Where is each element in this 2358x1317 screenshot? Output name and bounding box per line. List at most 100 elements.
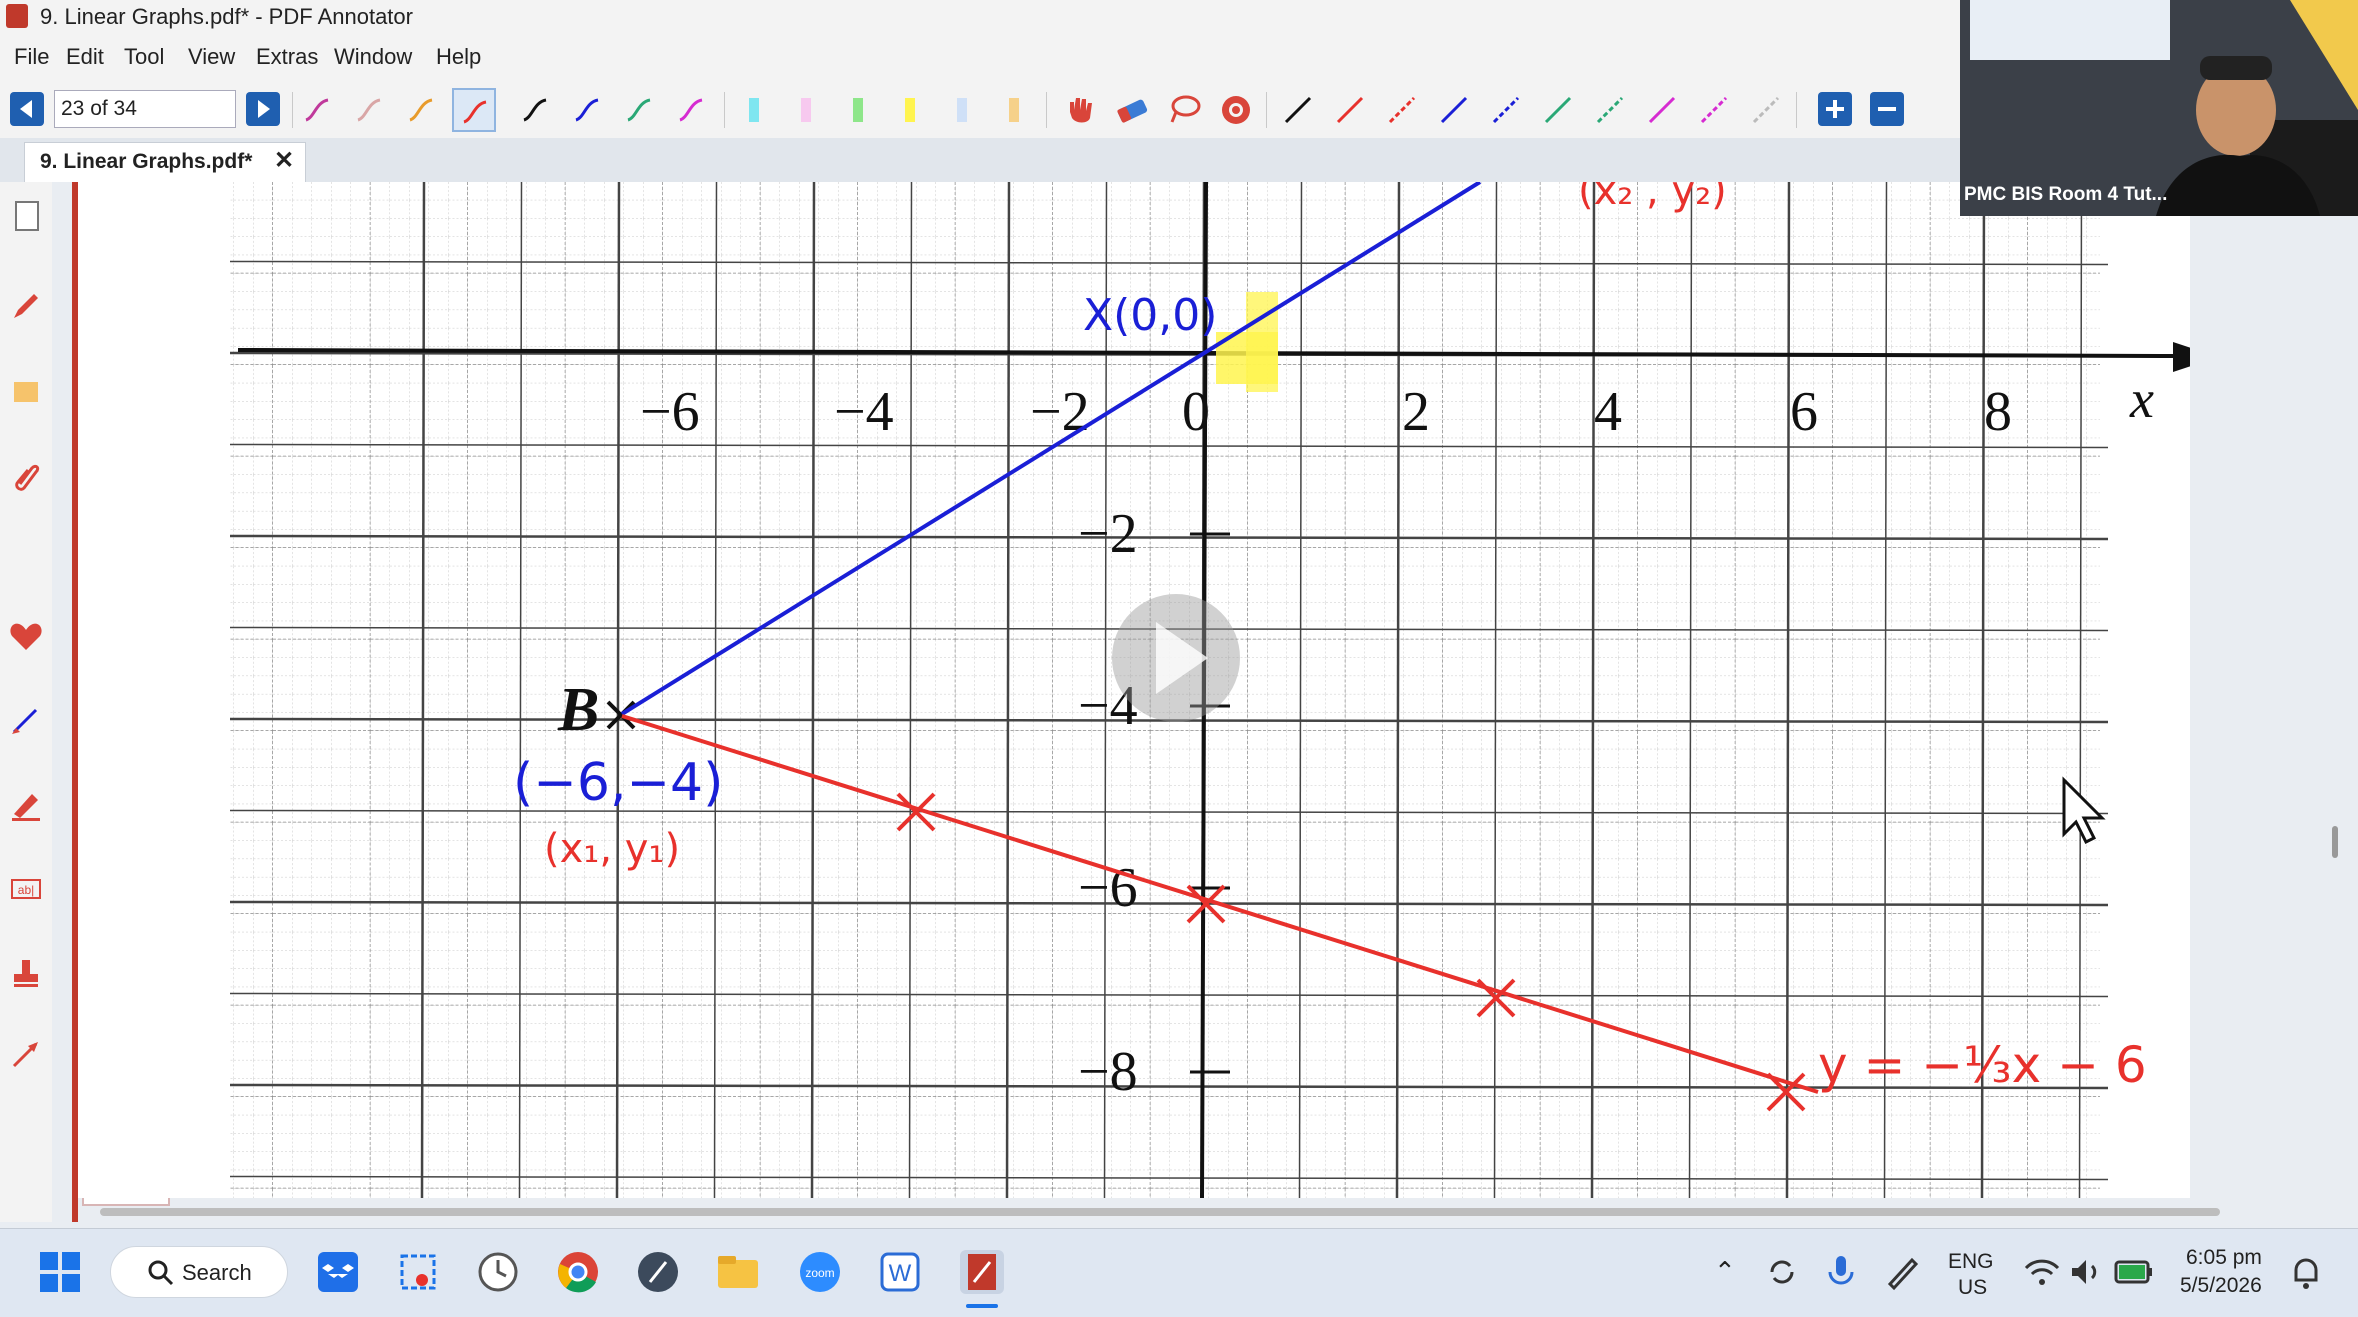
menu-help[interactable]: Help: [436, 44, 481, 70]
dropbox-icon[interactable]: [312, 1246, 364, 1298]
hand-icon[interactable]: [1058, 88, 1102, 132]
highlighter-yellow-tool[interactable]: [888, 88, 932, 132]
svg-text:zoom: zoom: [805, 1266, 834, 1280]
pdf-page[interactable]: −6 −4 −2 0 2 4 6 8 −2 −4 −6 −8 x B X(0,0) (−6,−4) …: [78, 182, 2190, 1198]
sync-icon[interactable]: [1756, 1246, 1808, 1298]
dashed-line-green-tool[interactable]: [1588, 88, 1632, 132]
arrow-icon[interactable]: [6, 1034, 46, 1074]
x-tick-label: −4: [834, 381, 894, 443]
highlighter-green-tool[interactable]: [836, 88, 880, 132]
vertical-scrollbar[interactable]: [2332, 826, 2338, 858]
clock-date[interactable]: 5/5/2026: [2180, 1274, 2262, 1298]
dashed-line-blue-tool[interactable]: [1484, 88, 1528, 132]
search-icon: [146, 1258, 176, 1288]
y-tick-label: −2: [1078, 503, 1138, 565]
x-tick-label: −6: [640, 381, 700, 443]
menu-extras[interactable]: Extras: [256, 44, 318, 70]
heart-icon[interactable]: [6, 616, 46, 656]
highlighter-cyan-tool[interactable]: [732, 88, 776, 132]
previous-page-button[interactable]: [10, 92, 44, 126]
pen-blue-tool[interactable]: [566, 88, 610, 132]
x-tick-label: 0: [1182, 381, 1210, 443]
close-tab-icon[interactable]: ✕: [274, 146, 294, 175]
horizontal-scrollbar[interactable]: [100, 1208, 2220, 1216]
b-coordinates-annotation: (−6,−4): [513, 753, 723, 813]
highlighter-pink-tool[interactable]: [784, 88, 828, 132]
pen-icon[interactable]: [6, 286, 46, 326]
file-explorer-icon[interactable]: [712, 1246, 764, 1298]
origin-annotation: X(0,0): [1083, 290, 1217, 341]
battery-icon[interactable]: [2108, 1246, 2160, 1298]
microphone-icon[interactable]: [1816, 1246, 1868, 1298]
highlighter-orange-tool[interactable]: [992, 88, 1036, 132]
line-black-tool[interactable]: [1276, 88, 1320, 132]
dashed-line-red-tool[interactable]: [1380, 88, 1424, 132]
pen-purple-tool[interactable]: [296, 88, 340, 132]
next-page-button[interactable]: [246, 92, 280, 126]
freehand-pen-icon[interactable]: [6, 700, 46, 740]
volume-icon[interactable]: [2060, 1246, 2112, 1298]
x-tick-label: 6: [1790, 381, 1818, 443]
window-title: 9. Linear Graphs.pdf* - PDF Annotator: [40, 4, 413, 29]
stamp-icon[interactable]: [6, 952, 46, 992]
eraser-icon[interactable]: [1110, 88, 1154, 132]
windows-start-icon[interactable]: [34, 1246, 86, 1298]
equation-annotation: y = −⅓x − 6: [1818, 1036, 2147, 1094]
menu-tool[interactable]: Tool: [124, 44, 164, 70]
word-app-icon[interactable]: W: [874, 1246, 926, 1298]
play-button[interactable]: [1112, 594, 1240, 722]
marker-icon[interactable]: [6, 784, 46, 824]
menu-file[interactable]: File: [14, 44, 49, 70]
feather-app-icon[interactable]: [632, 1246, 684, 1298]
line-red-tool[interactable]: [1328, 88, 1372, 132]
point-b-label: B: [557, 676, 599, 744]
x-tick-label: 8: [1984, 381, 2012, 443]
chrome-icon[interactable]: [552, 1246, 604, 1298]
region-indicator[interactable]: US: [1958, 1276, 1987, 1300]
clock-icon[interactable]: [472, 1246, 524, 1298]
pen-green-tool[interactable]: [618, 88, 662, 132]
active-app-indicator: [966, 1304, 998, 1308]
clock-time[interactable]: 6:05 pm: [2186, 1246, 2262, 1270]
pen-light-tool[interactable]: [348, 88, 392, 132]
paperclip-icon[interactable]: [6, 456, 46, 496]
pen-tray-icon[interactable]: [1876, 1246, 1928, 1298]
toolbar-separator: [1796, 92, 1797, 128]
video-participant-label: PMC BIS Room 4 Tut...: [1964, 184, 2168, 205]
dashed-line-gray-tool[interactable]: [1744, 88, 1788, 132]
snipping-tool-icon[interactable]: [392, 1246, 444, 1298]
pen-magenta-tool[interactable]: [670, 88, 714, 132]
svg-text:W: W: [889, 1260, 912, 1287]
menu-view[interactable]: View: [188, 44, 235, 70]
toolbar-separator: [1046, 92, 1047, 128]
tray-chevron-icon[interactable]: ⌃: [1714, 1256, 1736, 1287]
language-indicator[interactable]: ENG: [1948, 1250, 1994, 1274]
pen-orange-tool[interactable]: [400, 88, 444, 132]
zoom-out-button[interactable]: [1870, 92, 1904, 126]
graph-canvas: −6 −4 −2 0 2 4 6 8 −2−4−6−8 x B X(0,0) (−6,−4) …: [229, 182, 2190, 1198]
toolbar-separator: [724, 92, 725, 128]
x-tick-label: −2: [1030, 381, 1090, 443]
record-icon[interactable]: [1214, 88, 1258, 132]
x-axis-label: x: [2129, 369, 2154, 429]
pen-black-tool[interactable]: [514, 88, 558, 132]
page-icon[interactable]: [6, 196, 46, 236]
menu-edit[interactable]: Edit: [66, 44, 104, 70]
zoom-in-button[interactable]: [1818, 92, 1852, 126]
text-box-icon[interactable]: ab|: [6, 868, 46, 908]
menu-window[interactable]: Window: [334, 44, 412, 70]
pen-red-tool[interactable]: [452, 88, 496, 132]
pdf-annotator-taskbar-icon[interactable]: [956, 1246, 1008, 1298]
lasso-icon[interactable]: [1162, 88, 1206, 132]
dashed-line-magenta-tool[interactable]: [1692, 88, 1736, 132]
line-blue-tool[interactable]: [1432, 88, 1476, 132]
search-label: Search: [182, 1260, 252, 1285]
notifications-icon[interactable]: [2280, 1246, 2332, 1298]
line-magenta-tool[interactable]: [1640, 88, 1684, 132]
line-green-tool[interactable]: [1536, 88, 1580, 132]
note-icon[interactable]: [6, 372, 46, 412]
x-tick-label: 4: [1594, 381, 1622, 443]
page-number-field[interactable]: 23 of 34: [54, 90, 236, 128]
highlighter-blue-tool[interactable]: [940, 88, 984, 132]
zoom-icon[interactable]: zoom: [794, 1246, 846, 1298]
